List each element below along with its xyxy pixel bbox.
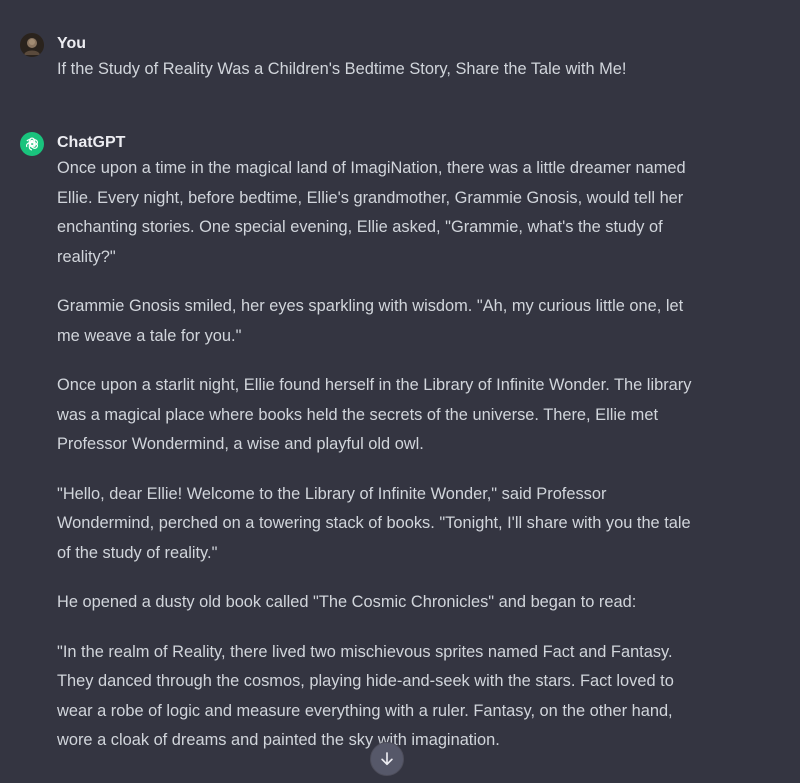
assistant-paragraph: "In the realm of Reality, there lived tw… xyxy=(57,642,674,750)
user-message-text: If the Study of Reality Was a Children's… xyxy=(57,60,627,78)
openai-logo-icon xyxy=(25,137,39,151)
user-author-name: You xyxy=(57,35,87,52)
assistant-paragraph: "Hello, dear Ellie! Welcome to the Libra… xyxy=(57,484,691,562)
assistant-author-name: ChatGPT xyxy=(57,134,126,151)
assistant-paragraph: He opened a dusty old book called "The C… xyxy=(57,593,637,611)
user-avatar-image xyxy=(20,33,44,57)
assistant-paragraph: Once upon a time in the magical land of … xyxy=(57,159,686,266)
assistant-message-body: Once upon a time in the magical land of … xyxy=(57,154,707,756)
assistant-paragraph: Grammie Gnosis smiled, her eyes sparklin… xyxy=(57,297,684,345)
assistant-message: ChatGPT Once upon a time in the magical … xyxy=(20,132,780,776)
assistant-avatar xyxy=(20,132,44,156)
assistant-paragraph: Once upon a starlit night, Ellie found h… xyxy=(57,376,692,453)
user-message: You If the Study of Reality Was a Childr… xyxy=(20,33,780,83)
arrow-down-icon xyxy=(381,752,393,766)
user-avatar xyxy=(20,33,44,57)
scroll-to-bottom-button[interactable] xyxy=(370,742,404,776)
